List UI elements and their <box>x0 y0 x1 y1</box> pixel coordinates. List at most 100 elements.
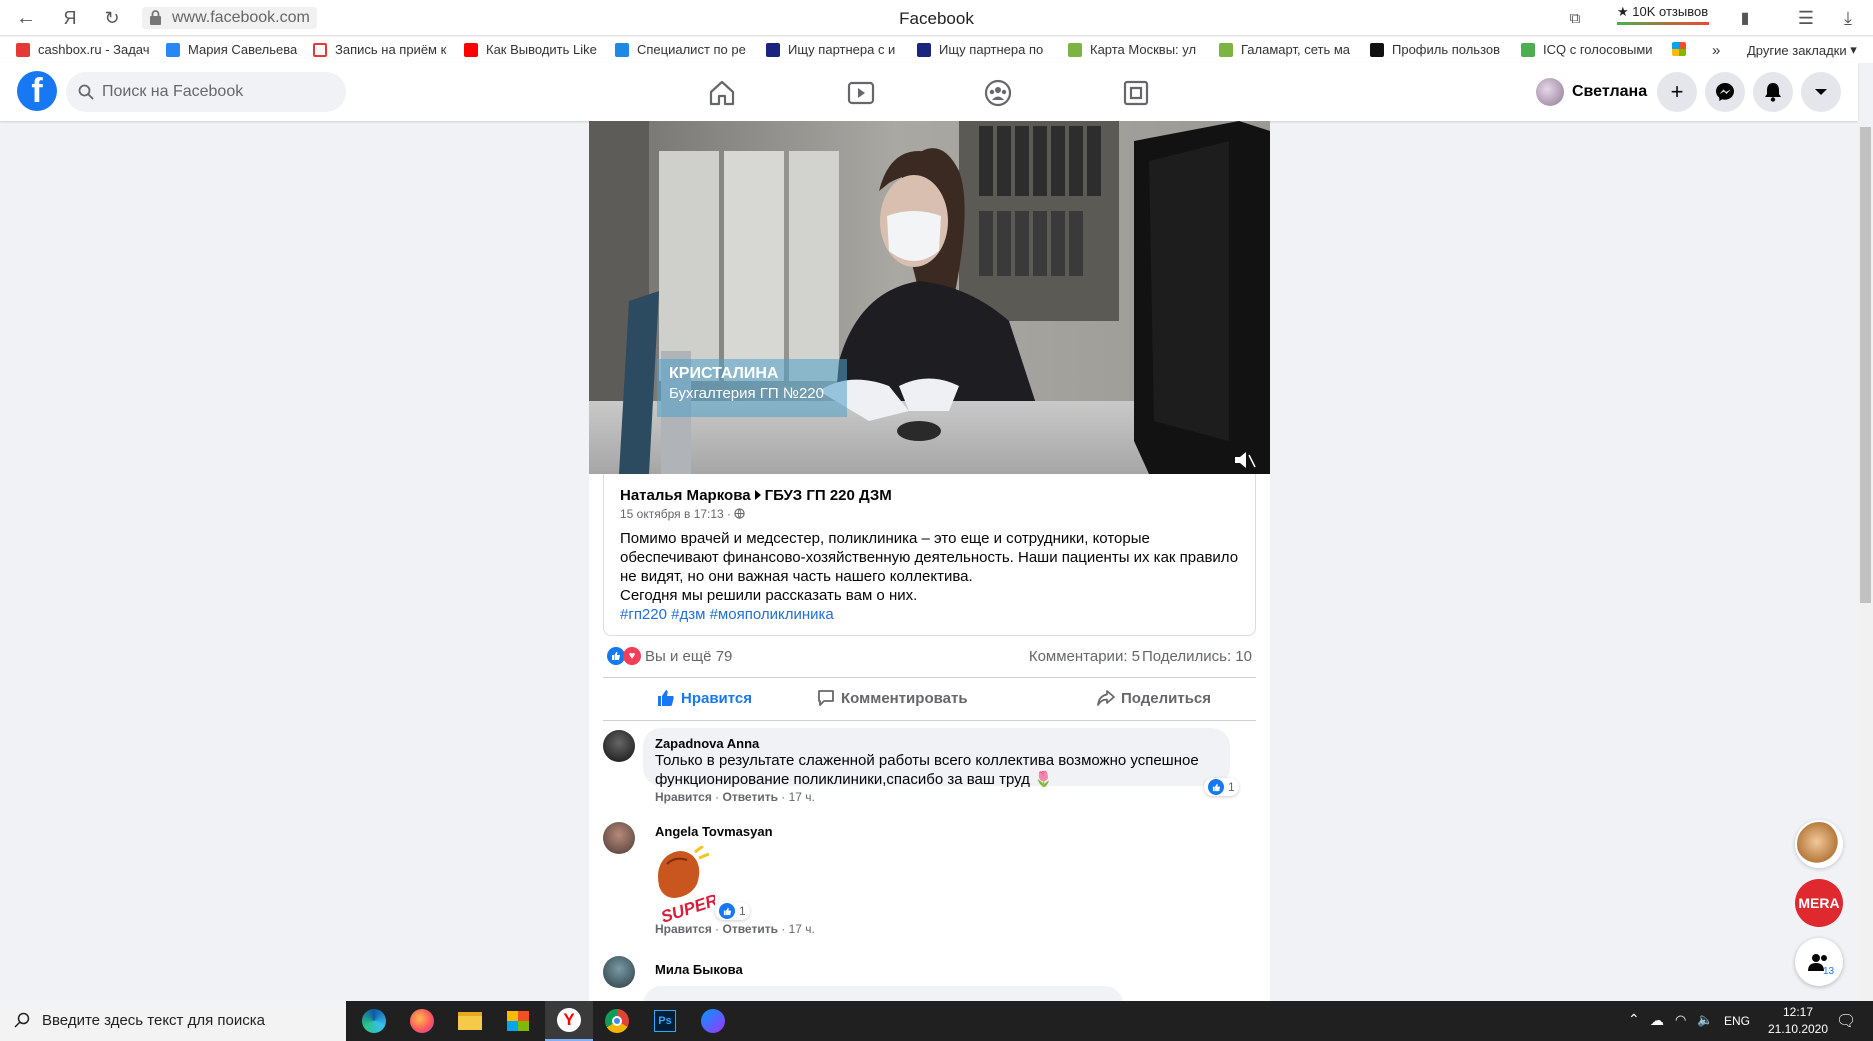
bookmark-item[interactable]: Галамарт, сеть ма <box>1219 42 1354 57</box>
new-message-button[interactable]: 13 <box>1795 938 1843 986</box>
messenger-icon <box>1716 83 1734 101</box>
wifi-icon[interactable]: ◠ <box>1675 1012 1686 1028</box>
bookmark-item[interactable]: Специалист по ре <box>615 42 750 57</box>
post-video[interactable]: КРИСТАЛИНА Бухгалтерия ГП №220 <box>589 121 1270 474</box>
messenger-button[interactable] <box>1705 72 1745 112</box>
share-button[interactable]: Поделиться <box>1097 689 1211 707</box>
comment-reply-link[interactable]: Ответить <box>723 922 778 936</box>
chevron-up-icon[interactable]: ⌃ <box>1628 1011 1640 1028</box>
commenter-name[interactable]: Angela Tovmasyan <box>655 824 773 839</box>
reviews-badge[interactable]: ★ 10K отзывов <box>1617 4 1709 25</box>
bookmark-label: Мария Савельева <box>188 42 298 57</box>
comment-time[interactable]: 17 ч. <box>789 790 815 804</box>
bookmark-item[interactable]: ICQ с голосовыми <box>1521 42 1656 57</box>
download-icon[interactable]: ⤓ <box>1836 6 1860 30</box>
file-explorer-icon[interactable] <box>446 1001 494 1041</box>
store-icon[interactable] <box>494 1001 542 1041</box>
volume-icon[interactable]: 🔈 <box>1697 1012 1713 1028</box>
comment-button[interactable]: Комментировать <box>817 689 968 707</box>
mera-label: MERA <box>1798 895 1840 911</box>
messenger-app-icon[interactable] <box>689 1001 737 1041</box>
apps-favicon <box>1672 42 1686 56</box>
commenter-name[interactable]: Zapadnova Anna <box>655 736 1218 751</box>
comment-bubble <box>643 986 1123 1001</box>
chat-head-avatar[interactable] <box>1795 820 1843 868</box>
notifications-button[interactable] <box>1753 72 1793 112</box>
comment-meta: Нравится · Ответить · 17 ч. <box>655 790 815 804</box>
commenter-avatar[interactable] <box>603 730 635 762</box>
chat-head-mera[interactable]: MERA <box>1795 879 1843 927</box>
account-menu-button[interactable] <box>1801 72 1841 112</box>
more-bookmarks-icon[interactable]: » <box>1712 42 1720 59</box>
post-author[interactable]: Наталья Маркова ГБУЗ ГП 220 ДЗМ <box>620 487 892 504</box>
profile-button[interactable]: Светлана <box>1536 76 1647 108</box>
bookmark-item[interactable]: Ищу партнера по <box>917 42 1052 57</box>
cloud-icon[interactable]: ☁ <box>1650 1012 1664 1029</box>
comment-reaction-count[interactable]: 1 <box>715 902 750 920</box>
home-icon[interactable] <box>707 78 737 108</box>
bookmark-item[interactable]: Как Выводить Like <box>464 42 599 57</box>
bell-icon <box>1765 83 1781 102</box>
tabs-icon[interactable]: ⧉ <box>1563 6 1587 30</box>
comment-reply-link[interactable]: Ответить <box>723 790 778 804</box>
notifications-center-icon[interactable]: 🗨 <box>1836 1011 1856 1031</box>
post-text: Помимо врачей и медсестер, поликлиника –… <box>620 529 1250 624</box>
chrome-icon[interactable] <box>593 1001 641 1041</box>
post-text-line: обеспечивают финансово-хозяйственную дея… <box>620 549 1239 566</box>
post-hashtags[interactable]: #гп220 #дзм #мояполиклиника <box>620 605 1250 624</box>
yandex-browser-icon[interactable]: Y <box>545 1001 593 1041</box>
comment-like-link[interactable]: Нравится <box>655 790 712 804</box>
taskbar-clock[interactable]: 12:17 21.10.2020 <box>1762 1004 1834 1038</box>
watch-icon[interactable] <box>846 78 876 108</box>
yandex-icon[interactable]: Я <box>58 6 82 30</box>
facebook-search[interactable]: Поиск на Facebook <box>66 72 346 112</box>
bookmark-item[interactable]: Запись на приём к <box>313 42 448 57</box>
bookmark-label: Как Выводить Like <box>486 42 597 57</box>
author-name[interactable]: Наталья Маркова <box>620 487 751 504</box>
post-text-line: не видят, но они важная часть нашего кол… <box>620 568 973 585</box>
language-indicator[interactable]: ENG <box>1724 1014 1750 1028</box>
edge-icon[interactable] <box>350 1001 398 1041</box>
bookmark-favicon <box>1370 42 1384 57</box>
bookmark-item[interactable]: Профиль пользов <box>1370 42 1505 57</box>
like-button[interactable]: Нравится <box>657 689 752 707</box>
photoshop-icon[interactable]: Ps <box>641 1001 689 1041</box>
reaction-icons[interactable]: ♥ <box>607 647 641 665</box>
scroll-thumb[interactable] <box>1860 127 1871 603</box>
comment-reaction-count[interactable]: 1 <box>1204 778 1239 796</box>
taskbar-search[interactable]: Введите здесь текст для поиска <box>0 1001 346 1041</box>
commenter-avatar[interactable] <box>603 822 635 854</box>
gaming-icon[interactable] <box>1121 78 1151 108</box>
comments-count[interactable]: Комментарии: 5 <box>1029 648 1140 665</box>
bookmark-item[interactable]: cashbox.ru - Задач <box>16 42 151 57</box>
address-bar[interactable]: www.facebook.com <box>142 7 317 29</box>
reactions-count[interactable]: Вы и ещё 79 <box>645 648 732 665</box>
collections-icon[interactable]: ☰ <box>1794 6 1818 30</box>
bookmark-item[interactable]: Ищу партнера с и <box>766 42 901 57</box>
shares-count[interactable]: Поделились: 10 <box>1142 648 1252 665</box>
groups-icon[interactable] <box>983 78 1013 108</box>
page-name[interactable]: ГБУЗ ГП 220 ДЗМ <box>765 487 892 504</box>
commenter-name[interactable]: Мила Быкова <box>655 962 743 977</box>
arrow-right-icon <box>754 490 761 500</box>
back-icon[interactable]: ← <box>14 6 38 30</box>
bookmark-favicon <box>313 42 327 57</box>
bookmark-label: Ищу партнера по <box>939 42 1044 57</box>
other-bookmarks[interactable]: Другие закладки ▾ <box>1747 42 1857 58</box>
create-button[interactable]: + <box>1657 72 1697 112</box>
windows-apps-icon[interactable] <box>1672 42 1694 56</box>
firefox-icon[interactable] <box>398 1001 446 1041</box>
page-scrollbar[interactable] <box>1858 121 1873 1001</box>
facebook-logo[interactable]: f <box>17 71 57 111</box>
super-sticker[interactable]: SUPER! <box>653 846 715 922</box>
comment-time[interactable]: 17 ч. <box>789 922 815 936</box>
bookmark-item[interactable]: Мария Савельева <box>166 42 301 57</box>
search-placeholder: Поиск на Facebook <box>102 83 244 100</box>
lock-icon <box>150 10 161 25</box>
comment-like-link[interactable]: Нравится <box>655 922 712 936</box>
commenter-avatar[interactable] <box>603 956 635 988</box>
post-date[interactable]: 15 октября в 17:13 · <box>620 507 746 521</box>
bookmark-item[interactable]: Карта Москвы: ул <box>1068 42 1203 57</box>
reload-icon[interactable]: ↻ <box>100 6 124 30</box>
bookmark-icon[interactable]: ▮ <box>1733 6 1757 30</box>
